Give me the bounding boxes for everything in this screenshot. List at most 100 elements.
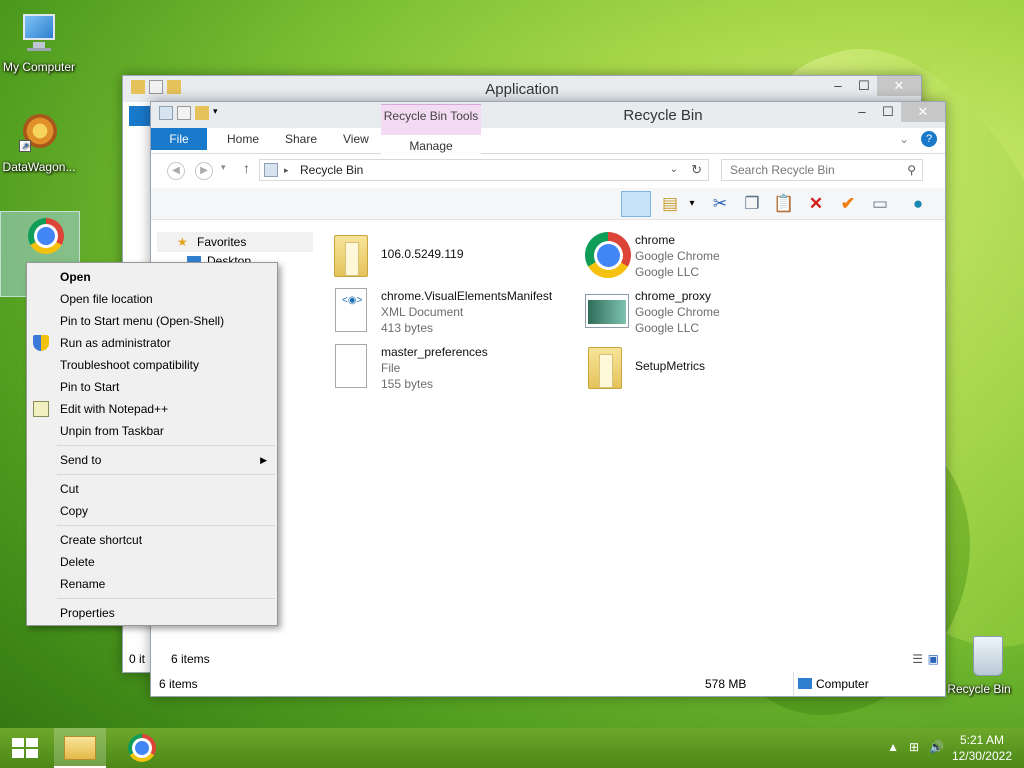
tab-file[interactable]: File	[151, 128, 207, 150]
list-item[interactable]: <◉> chrome.VisualElementsManifest XML Do…	[331, 288, 552, 336]
tab-view[interactable]: View	[343, 132, 369, 146]
folder-icon	[331, 232, 371, 280]
address-dropdown-icon[interactable]: ⌄	[670, 160, 678, 180]
volume-icon[interactable]: 🔊	[929, 740, 944, 754]
status-location-label: Computer	[816, 677, 869, 691]
star-icon: ★	[177, 235, 188, 249]
desktop-icon-datawagon[interactable]: ↗ DataWagon...	[0, 110, 78, 174]
maximize-button[interactable]: ☐	[875, 102, 901, 122]
help-icon[interactable]: ?	[921, 131, 937, 147]
menu-item-rename[interactable]: Rename	[27, 573, 277, 595]
minimize-button[interactable]: –	[849, 102, 875, 122]
address-bar[interactable]: ▸ Recycle Bin ⌄ ↻	[259, 159, 709, 181]
file-name: SetupMetrics	[635, 359, 706, 373]
clock[interactable]: 5:21 AM 12/30/2022	[952, 732, 1012, 764]
menu-item-run-as-administrator[interactable]: Run as administrator	[27, 332, 277, 354]
menu-item-edit-with-notepad[interactable]: Edit with Notepad++	[27, 398, 277, 420]
forward-button[interactable]: ▶	[195, 162, 213, 180]
chrome-icon	[128, 734, 156, 762]
shell-icon[interactable]: ●	[907, 193, 929, 215]
checkmark-icon[interactable]: ✔	[837, 193, 859, 215]
status-size: 578 MB	[705, 677, 747, 691]
refresh-icon[interactable]: ↻	[691, 160, 702, 180]
status-location: Computer	[793, 672, 869, 696]
list-item[interactable]: SetupMetrics	[585, 344, 705, 392]
status-bar: 6 items 578 MB Computer	[151, 672, 945, 696]
chrome-icon	[16, 212, 64, 260]
file-icon	[331, 344, 371, 392]
file-name: chrome_proxy	[635, 289, 712, 303]
search-placeholder: Search Recycle Bin	[730, 163, 835, 177]
list-item[interactable]: master_preferences File 155 bytes	[331, 344, 488, 392]
menu-item-unpin-from-taskbar[interactable]: Unpin from Taskbar	[27, 420, 277, 442]
close-button[interactable]: ✕	[901, 102, 945, 122]
shield-icon	[33, 335, 49, 351]
inner-item-count: 6 items	[171, 652, 210, 666]
window-title: Application	[485, 81, 559, 98]
nav-item-favorites[interactable]: ★ Favorites	[157, 232, 313, 252]
menu-item-send-to[interactable]: Send to ▶	[27, 449, 277, 471]
organize-folder-icon[interactable]: ▤	[659, 193, 681, 215]
large-icons-view-icon[interactable]: ▣	[928, 652, 939, 666]
start-button[interactable]	[0, 728, 52, 768]
menu-item-properties[interactable]: Properties	[27, 602, 277, 624]
context-tab-group-label: Recycle Bin Tools	[383, 109, 479, 123]
menu-item-open-file-location[interactable]: Open file location	[27, 288, 277, 310]
recycle-bin-icon	[955, 632, 1003, 680]
cut-icon[interactable]: ✂	[709, 193, 731, 215]
network-icon[interactable]: ⊞	[909, 740, 919, 754]
desktop-icon-recycle-bin[interactable]: Recycle Bin	[940, 632, 1018, 696]
menu-item-troubleshoot-compatibility[interactable]: Troubleshoot compatibility	[27, 354, 277, 376]
recent-locations-icon[interactable]: ▾	[221, 162, 226, 173]
tab-home[interactable]: Home	[227, 132, 259, 146]
list-item[interactable]: chrome_proxy Google Chrome Google LLC	[585, 288, 720, 336]
menu-item-copy[interactable]: Copy	[27, 500, 277, 522]
paste-icon[interactable]: 📋	[773, 193, 795, 215]
file-type: Google Chrome	[635, 305, 720, 319]
menu-item-open[interactable]: Open	[27, 266, 277, 288]
application-icon	[585, 288, 629, 336]
file-explorer-icon	[64, 736, 96, 760]
desktop-icon-my-computer[interactable]: My Computer	[0, 10, 78, 74]
details-view-icon[interactable]: ☰	[912, 652, 923, 666]
organize-dropdown-icon[interactable]: ▾	[681, 193, 703, 215]
close-button[interactable]: ✕	[877, 76, 921, 96]
menu-item-cut[interactable]: Cut	[27, 478, 277, 500]
minimize-button[interactable]: –	[825, 76, 851, 96]
application-titlebar: Application – ☐ ✕	[123, 76, 921, 102]
computer-icon	[15, 10, 63, 58]
desktop-icon-label: My Computer	[2, 60, 76, 74]
desktop-icon-label: Recycle Bin	[947, 682, 1011, 696]
menu-item-pin-to-start-menu[interactable]: Pin to Start menu (Open-Shell)	[27, 310, 277, 332]
copy-icon[interactable]: ❐	[741, 193, 763, 215]
rename-icon[interactable]: ▭	[869, 193, 891, 215]
search-input[interactable]: Search Recycle Bin ⚲	[721, 159, 923, 181]
status-item-count: 0 it	[129, 652, 146, 666]
file-detail: Google LLC	[635, 321, 700, 335]
list-item[interactable]: chrome Google Chrome Google LLC	[585, 232, 720, 280]
preview-pane-icon[interactable]	[621, 191, 651, 217]
taskbar-file-explorer[interactable]	[54, 728, 106, 768]
delete-icon[interactable]: ✕	[805, 193, 827, 215]
command-toolbar: ▤ ▾ ✂ ❐ 📋 ✕ ✔ ▭ ●	[151, 188, 945, 220]
menu-item-create-shortcut[interactable]: Create shortcut	[27, 529, 277, 551]
system-tray: ▲ ⊞ 🔊	[887, 740, 944, 754]
expand-ribbon-icon[interactable]: ⌄	[899, 132, 909, 146]
show-hidden-icons-icon[interactable]: ▲	[887, 740, 899, 754]
taskbar-chrome[interactable]	[118, 728, 170, 768]
menu-separator	[27, 522, 277, 529]
datawagon-icon: ↗	[15, 110, 63, 158]
file-type: File	[381, 361, 401, 375]
breadcrumb-chevron-icon: ▸	[284, 165, 289, 175]
menu-item-delete[interactable]: Delete	[27, 551, 277, 573]
back-button[interactable]: ◀	[167, 162, 185, 180]
status-item-count: 6 items	[159, 677, 198, 691]
file-detail: Google LLC	[635, 265, 700, 279]
search-icon[interactable]: ⚲	[907, 160, 916, 180]
list-item[interactable]: 106.0.5249.119	[331, 232, 464, 280]
menu-item-pin-to-start[interactable]: Pin to Start	[27, 376, 277, 398]
maximize-button[interactable]: ☐	[851, 76, 877, 96]
up-arrow-icon[interactable]: ↑	[243, 160, 250, 176]
file-list: 106.0.5249.119 chrome Google Chrome Goog…	[331, 228, 931, 648]
tab-share[interactable]: Share	[285, 132, 317, 146]
